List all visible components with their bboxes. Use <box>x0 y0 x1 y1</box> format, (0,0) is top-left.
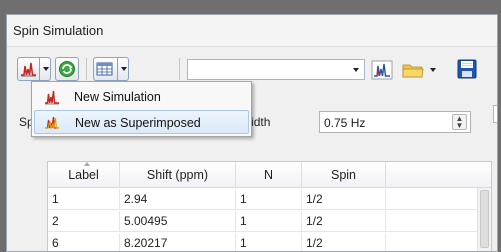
table-row[interactable]: 2 5.00495 1 1/2 <box>48 211 477 232</box>
table-row[interactable]: 1 2.94 1 1/2 <box>48 189 477 210</box>
sort-arrow-icon <box>84 162 90 166</box>
folder-icon <box>402 61 424 79</box>
column-header-label[interactable]: Label <box>48 162 120 188</box>
spectrum-icon[interactable] <box>371 60 393 80</box>
cell-label[interactable]: 1 <box>48 189 120 210</box>
title-bar[interactable]: Spin Simulation <box>7 15 497 47</box>
spin-table[interactable]: Label Shift (ppm) N Spin 1 2.94 1 1/2 2 … <box>47 161 492 251</box>
line-width-value: 0.75 Hz <box>324 116 366 130</box>
cell-shift[interactable]: 8.20217 <box>120 233 236 251</box>
refresh-icon <box>58 60 76 78</box>
menu-item-label: New as Superimposed <box>75 116 201 130</box>
column-header-spin[interactable]: Spin <box>302 162 386 188</box>
spin-up-down-icon[interactable]: ▲ ▼ <box>452 114 467 130</box>
new-simulation-icon <box>44 89 60 105</box>
chevron-down-icon[interactable] <box>430 68 436 72</box>
table-row[interactable]: 6 8.20217 1 1/2 <box>48 233 477 251</box>
toolbar-separator <box>179 58 180 80</box>
cell-n[interactable]: 1 <box>236 189 302 210</box>
window-title: Spin Simulation <box>13 23 104 38</box>
menu-item-new-simulation[interactable]: New Simulation <box>34 85 249 109</box>
cell-spin[interactable]: 1/2 <box>302 211 386 232</box>
layout-dropdown-arrow[interactable] <box>117 58 128 80</box>
cell-shift[interactable]: 2.94 <box>120 189 236 210</box>
cell-n[interactable]: 1 <box>236 211 302 232</box>
cell-label[interactable]: 2 <box>48 211 120 232</box>
table-vertical-scrollbar[interactable] <box>477 188 491 251</box>
cell-label[interactable]: 6 <box>48 233 120 251</box>
spectrum-selector-combo[interactable] <box>187 59 365 80</box>
layout-split-button[interactable] <box>93 57 129 81</box>
line-width-spinbox[interactable]: 0.75 Hz ▲ ▼ <box>319 111 471 133</box>
new-simulation-split-button[interactable] <box>17 57 51 81</box>
chevron-down-icon <box>353 68 359 72</box>
menu-item-new-as-superimposed[interactable]: New as Superimposed <box>34 110 249 134</box>
new-simulation-dropdown-arrow[interactable] <box>39 58 50 80</box>
cell-n[interactable]: 1 <box>236 233 302 251</box>
save-icon[interactable] <box>457 59 477 79</box>
open-file-button[interactable] <box>402 60 436 80</box>
column-header-shift[interactable]: Shift (ppm) <box>120 162 236 188</box>
spectrum-add-icon[interactable] <box>18 58 39 80</box>
menu-item-label: New Simulation <box>74 90 161 104</box>
cell-spin[interactable]: 1/2 <box>302 189 386 210</box>
toolbar-separator <box>86 58 87 80</box>
new-simulation-menu: New Simulation New as Superimposed <box>31 81 252 137</box>
scrollbar-thumb[interactable] <box>480 190 489 248</box>
refresh-button[interactable] <box>55 57 79 81</box>
cell-spin[interactable]: 1/2 <box>302 233 386 251</box>
cell-shift[interactable]: 5.00495 <box>120 211 236 232</box>
panel-edge <box>493 105 497 123</box>
table-layout-icon[interactable] <box>94 58 115 80</box>
table-header: Label Shift (ppm) N Spin <box>48 162 491 188</box>
superimposed-icon <box>44 114 60 130</box>
column-header-n[interactable]: N <box>236 162 302 188</box>
